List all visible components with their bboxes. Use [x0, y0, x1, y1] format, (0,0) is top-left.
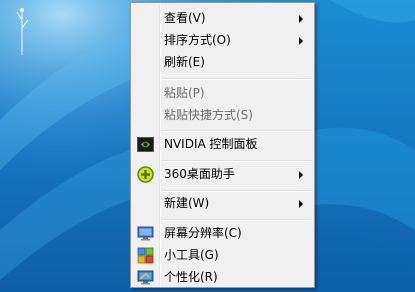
360-icon [137, 166, 154, 183]
menu-item-360-desktop-assistant[interactable]: 360桌面助手 [133, 164, 312, 185]
personalize-icon [137, 270, 154, 285]
menu-item-nvidia-control-panel[interactable]: NVIDIA 控制面板 [133, 134, 312, 155]
menu-item-label: 屏幕分辨率(C) [164, 226, 242, 240]
submenu-arrow-icon [299, 200, 303, 208]
menu-separator [162, 190, 312, 192]
menu-item-paste-shortcut: 粘贴快捷方式(S) [133, 105, 312, 126]
nvidia-icon [137, 137, 154, 152]
menu-item-screen-resolution[interactable]: 屏幕分辨率(C) [133, 223, 312, 244]
menu-item-paste: 粘贴(P) [133, 83, 312, 104]
submenu-arrow-icon [299, 15, 303, 23]
desktop-context-menu: 查看(V) 排序方式(O) 刷新(E) 粘贴(P) 粘贴快捷方式(S) NVID… [130, 2, 315, 288]
menu-separator [162, 219, 312, 221]
menu-item-label: 粘贴快捷方式(S) [164, 108, 253, 122]
menu-item-new[interactable]: 新建(W) [133, 193, 312, 214]
gadgets-icon [137, 247, 154, 264]
menu-item-label: 360桌面助手 [164, 167, 235, 181]
menu-separator [162, 78, 312, 80]
submenu-arrow-icon [299, 37, 303, 45]
submenu-arrow-icon [299, 171, 303, 179]
menu-item-label: 个性化(R) [164, 270, 218, 284]
menu-item-label: 小工具(G) [164, 248, 219, 262]
menu-separator [162, 160, 312, 162]
menu-item-label: 粘贴(P) [164, 86, 205, 100]
menu-item-view[interactable]: 查看(V) [133, 8, 312, 29]
menu-item-gadgets[interactable]: 小工具(G) [133, 245, 312, 266]
menu-item-sort-by[interactable]: 排序方式(O) [133, 30, 312, 51]
menu-item-label: 查看(V) [164, 11, 206, 25]
screen-resolution-icon [137, 226, 154, 241]
menu-item-label: 刷新(E) [164, 55, 205, 69]
menu-item-refresh[interactable]: 刷新(E) [133, 52, 312, 73]
menu-item-personalize[interactable]: 个性化(R) [133, 267, 312, 288]
menu-item-label: 新建(W) [164, 196, 210, 210]
menu-separator [162, 130, 312, 132]
menu-item-label: NVIDIA 控制面板 [164, 137, 258, 151]
menu-item-label: 排序方式(O) [164, 33, 231, 47]
